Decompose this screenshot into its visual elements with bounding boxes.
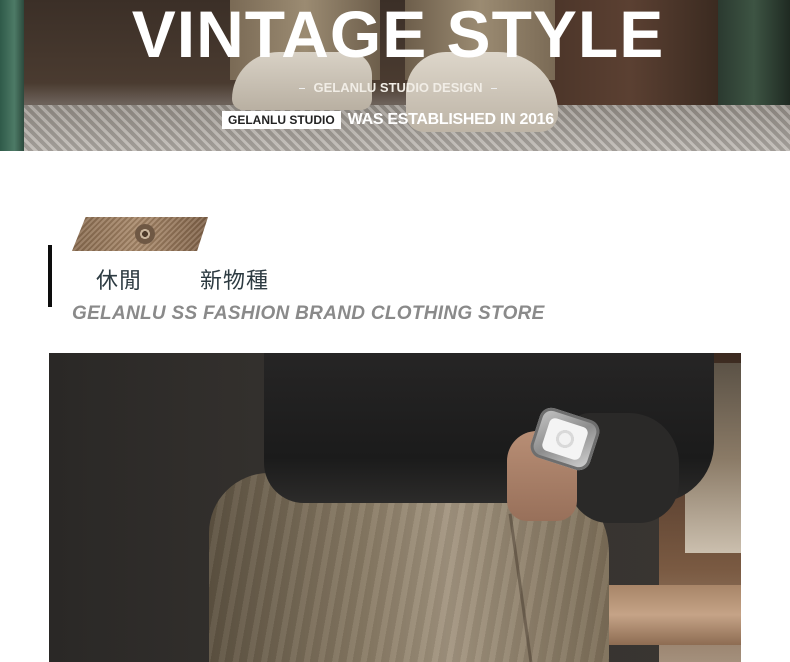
button-detail [135,224,155,244]
heading-label-leisure: 休閒 [96,269,143,294]
accent-bar [48,245,52,307]
banner-title: VINTAGE STYLE [131,0,665,71]
heading-label-new-species: 新物種 [200,269,270,294]
dash-icon [490,88,497,90]
store-tagline: GELANLU SS FASHION BRAND CLOTHING STORE [72,303,545,324]
section-heading: 休閒 新物種 [96,263,269,295]
banner-subtitle: GELANLU STUDIO DESIGN [313,80,483,95]
established-row: GELANLU STUDIO WAS ESTABLISHED IN 2016 [222,110,554,130]
hero-banner: VINTAGE STYLE GELANLU STUDIO DESIGN GELA… [0,0,790,151]
fabric-thumbnail-image [72,217,208,251]
watch-face [540,416,590,462]
established-text: WAS ESTABLISHED IN 2016 [347,111,554,128]
banner-subtitle-row: GELANLU STUDIO DESIGN [0,80,790,95]
dash-icon [299,88,306,90]
photo-sill [601,585,741,645]
product-photo [49,353,741,662]
studio-badge: GELANLU STUDIO [222,111,341,129]
